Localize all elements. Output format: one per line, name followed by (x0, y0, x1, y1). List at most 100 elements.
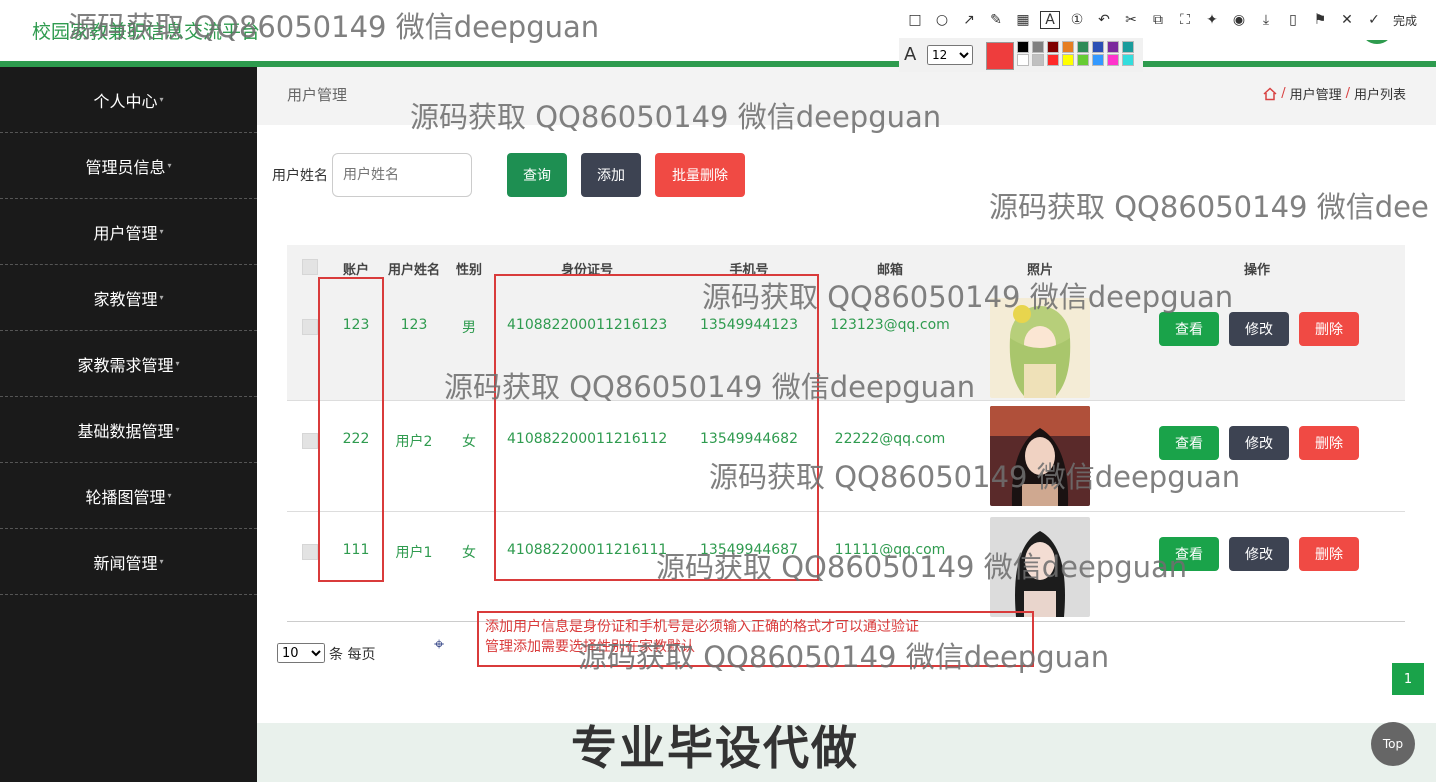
color-swatch[interactable] (1122, 41, 1134, 53)
row-checkbox[interactable] (302, 319, 318, 335)
chevron-down-icon: ▾ (167, 161, 172, 170)
color-swatch[interactable] (1077, 54, 1089, 66)
sidebar-item-label: 轮播图管理 (85, 487, 166, 507)
color-swatch[interactable] (1107, 54, 1119, 66)
phone-icon[interactable]: ▯ (1283, 12, 1303, 28)
delete-button[interactable]: 删除 (1299, 312, 1359, 346)
delete-button[interactable]: 删除 (1299, 426, 1359, 460)
watermark: 源码获取 QQ86050149 微信deepguan (578, 640, 1110, 674)
color-swatch[interactable] (1017, 41, 1029, 53)
mosaic-tool-icon[interactable]: ▦ (1013, 12, 1033, 28)
select-all-checkbox[interactable] (302, 259, 318, 275)
sidebar-item-personal-center[interactable]: 个人中心 ▾ (0, 67, 257, 133)
pin-icon[interactable]: ✦ (1202, 12, 1222, 28)
sidebar: 个人中心 ▾ 管理员信息 ▾ 用户管理 ▾ 家教管理 ▾ 家教需求管理 ▾ 基础数据管理 ▾… (0, 67, 257, 782)
edit-button[interactable]: 修改 (1229, 537, 1289, 571)
breadcrumb-user-management[interactable]: 用户管理 (1290, 84, 1342, 103)
sidebar-item-base-data[interactable]: 基础数据管理 ▾ (0, 397, 257, 463)
page-size-select[interactable]: 10 (277, 643, 325, 663)
undo-icon[interactable]: ↶ (1094, 12, 1114, 28)
text-tool-icon[interactable]: A (1040, 11, 1060, 29)
row-checkbox[interactable] (302, 544, 318, 560)
done-button[interactable]: 完成 (1393, 12, 1417, 29)
color-palette (1017, 41, 1136, 66)
chevron-down-icon: ▾ (175, 425, 180, 434)
scissors-icon[interactable]: ✂ (1121, 12, 1141, 28)
sidebar-item-label: 新闻管理 (93, 553, 158, 573)
chevron-down-icon: ▾ (159, 557, 164, 566)
check-icon[interactable]: ✓ (1364, 12, 1384, 28)
copy-icon[interactable]: ⧉ (1148, 12, 1168, 28)
number-tool-icon[interactable]: ① (1067, 12, 1087, 28)
watermark: 源码获取 QQ86050149 微信deepguan (702, 280, 1234, 314)
edit-button[interactable]: 修改 (1229, 312, 1289, 346)
chevron-down-icon: ▾ (159, 95, 164, 104)
cell-gender: 女 (462, 434, 476, 450)
ellipse-tool-icon[interactable]: ○ (932, 12, 952, 28)
color-swatch[interactable] (1062, 54, 1074, 66)
color-swatch[interactable] (1107, 41, 1119, 53)
cell-gender: 男 (462, 320, 476, 336)
search-name-input[interactable] (332, 153, 472, 197)
breadcrumb-separator: / (1281, 86, 1286, 101)
cell-email: 123123@qq.com (830, 317, 950, 333)
watermark: 源码获取 QQ86050149 微信deepguan (444, 370, 976, 404)
breadcrumb: / 用户管理 / 用户列表 (1263, 84, 1406, 103)
header-name: 用户姓名 (387, 263, 440, 278)
sidebar-item-label: 家教需求管理 (77, 355, 174, 375)
arrow-tool-icon[interactable]: ↗ (959, 12, 979, 28)
batch-delete-button[interactable]: 批量删除 (655, 153, 745, 197)
record-icon[interactable]: ◉ (1229, 12, 1249, 28)
sidebar-item-admin-info[interactable]: 管理员信息 ▾ (0, 133, 257, 199)
home-icon[interactable] (1263, 86, 1277, 101)
color-swatch[interactable] (1062, 41, 1074, 53)
delete-button[interactable]: 删除 (1299, 537, 1359, 571)
sidebar-item-carousel[interactable]: 轮播图管理 ▾ (0, 463, 257, 529)
chevron-down-icon: ▾ (159, 293, 164, 302)
color-swatch[interactable] (1047, 54, 1059, 66)
sidebar-item-tutor-demand[interactable]: 家教需求管理 ▾ (0, 331, 257, 397)
color-swatch[interactable] (1092, 41, 1104, 53)
sidebar-item-label: 管理员信息 (85, 157, 166, 177)
sidebar-item-news[interactable]: 新闻管理 ▾ (0, 529, 257, 595)
pen-tool-icon[interactable]: ✎ (986, 12, 1006, 28)
watermark: 源码获取 QQ86050149 微信dee (989, 190, 1429, 224)
search-label: 用户姓名 (272, 168, 328, 184)
sidebar-item-label: 家教管理 (93, 289, 158, 309)
color-swatch[interactable] (1077, 41, 1089, 53)
header-gender: 性别 (455, 263, 482, 278)
watermark: 源码获取 QQ86050149 微信deepguan (410, 100, 942, 134)
color-swatch[interactable] (1032, 54, 1044, 66)
download-icon[interactable]: ⤓ (1256, 12, 1276, 28)
color-swatch[interactable] (1032, 41, 1044, 53)
cell-gender: 女 (462, 545, 476, 561)
sidebar-item-tutor-management[interactable]: 家教管理 ▾ (0, 265, 257, 331)
sidebar-item-user-management[interactable]: 用户管理 ▾ (0, 199, 257, 265)
chevron-down-icon: ▾ (175, 359, 180, 368)
bookmark-icon[interactable]: ⚑ (1310, 12, 1330, 28)
query-button[interactable]: 查询 (507, 153, 567, 197)
view-button[interactable]: 查看 (1159, 312, 1219, 346)
font-size-select[interactable]: 12 (927, 45, 973, 65)
rectangle-tool-icon[interactable]: □ (905, 12, 925, 28)
fullscreen-icon[interactable]: ⛶ (1175, 12, 1195, 28)
color-swatch[interactable] (1122, 54, 1134, 66)
annotation-rectangle (318, 277, 384, 582)
color-swatch[interactable] (1017, 54, 1029, 66)
current-color-swatch[interactable] (986, 42, 1014, 70)
sidebar-item-label: 个人中心 (93, 91, 158, 111)
page-number-button[interactable]: 1 (1392, 663, 1424, 695)
row-checkbox[interactable] (302, 433, 318, 449)
cell-name: 用户2 (395, 434, 433, 450)
color-swatch[interactable] (1047, 41, 1059, 53)
sidebar-item-label: 基础数据管理 (77, 421, 174, 441)
watermark: 源码获取 QQ86050149 微信deepguan (68, 10, 600, 44)
close-icon[interactable]: ✕ (1337, 12, 1357, 28)
sidebar-item-label: 用户管理 (93, 223, 158, 243)
page-title: 用户管理 (287, 86, 348, 104)
add-button[interactable]: 添加 (581, 153, 641, 197)
cell-email: 22222@qq.com (834, 431, 946, 447)
color-swatch[interactable] (1092, 54, 1104, 66)
back-to-top-button[interactable]: Top (1371, 722, 1415, 766)
header-account: 账户 (342, 263, 369, 278)
